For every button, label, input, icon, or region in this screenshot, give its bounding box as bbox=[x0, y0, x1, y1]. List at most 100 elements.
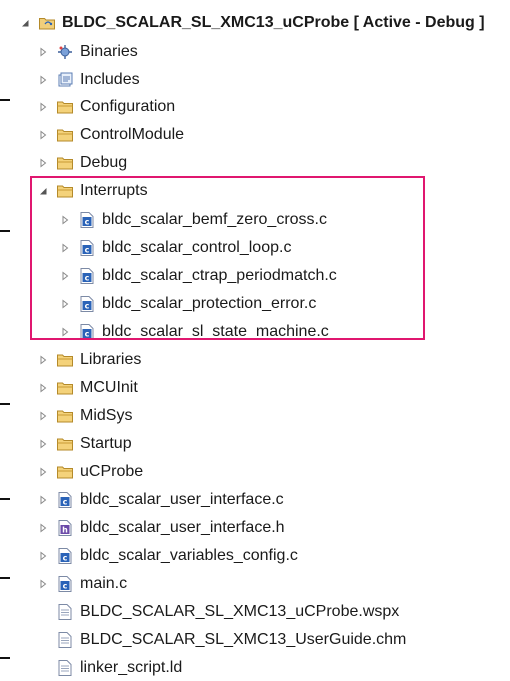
edge-marker bbox=[0, 657, 10, 659]
svg-text:c: c bbox=[85, 274, 90, 283]
collapsed-twisty-icon[interactable] bbox=[58, 325, 72, 339]
tree-item[interactable]: c bldc_scalar_protection_error.c bbox=[0, 291, 316, 317]
collapsed-twisty-icon[interactable] bbox=[36, 100, 50, 114]
svg-text:c: c bbox=[85, 302, 90, 311]
tree-item[interactable]: c bldc_scalar_variables_config.c bbox=[0, 543, 298, 569]
tree-item-label: Interrupts bbox=[80, 182, 148, 199]
collapsed-twisty-icon[interactable] bbox=[36, 353, 50, 367]
expanded-twisty-icon[interactable] bbox=[18, 16, 32, 30]
tree-item[interactable]: Libraries bbox=[0, 347, 141, 373]
folder-icon bbox=[56, 182, 74, 200]
edge-marker bbox=[0, 230, 10, 232]
tree-item-label: bldc_scalar_user_interface.c bbox=[80, 491, 284, 508]
project-icon bbox=[38, 14, 56, 32]
collapsed-twisty-icon[interactable] bbox=[36, 465, 50, 479]
collapsed-twisty-icon[interactable] bbox=[36, 493, 50, 507]
tree-item-label: main.c bbox=[80, 575, 128, 592]
tree-item[interactable]: Startup bbox=[0, 431, 132, 457]
tree-item[interactable]: h bldc_scalar_user_interface.h bbox=[0, 515, 285, 541]
c-file-icon: c bbox=[56, 575, 74, 593]
tree-item-label: BLDC_SCALAR_SL_XMC13_UserGuide.chm bbox=[80, 631, 407, 648]
collapsed-twisty-icon[interactable] bbox=[36, 156, 50, 170]
tree-item-label: bldc_scalar_protection_error.c bbox=[102, 295, 317, 312]
collapsed-twisty-icon[interactable] bbox=[58, 297, 72, 311]
tree-item-label: MCUInit bbox=[80, 379, 138, 396]
tree-item[interactable]: Includes bbox=[0, 67, 140, 93]
tree-item[interactable]: c bldc_scalar_sl_state_machine.c bbox=[0, 319, 329, 345]
tree-item-label: Startup bbox=[80, 435, 132, 452]
text-file-icon bbox=[56, 631, 74, 649]
includes-icon bbox=[56, 71, 74, 89]
tree-item[interactable]: linker_script.ld bbox=[0, 655, 182, 681]
tree-item[interactable]: MCUInit bbox=[0, 375, 138, 401]
h-file-icon: h bbox=[56, 519, 74, 537]
collapsed-twisty-icon[interactable] bbox=[36, 549, 50, 563]
c-file-icon: c bbox=[78, 267, 96, 285]
tree-item[interactable]: BLDC_SCALAR_SL_XMC13_uCProbe.wspx bbox=[0, 599, 399, 625]
tree-item[interactable]: Debug bbox=[0, 150, 127, 176]
collapsed-twisty-icon[interactable] bbox=[36, 381, 50, 395]
folder-icon bbox=[56, 407, 74, 425]
tree-item[interactable]: c bldc_scalar_control_loop.c bbox=[0, 235, 291, 261]
tree-item[interactable]: c bldc_scalar_user_interface.c bbox=[0, 487, 284, 513]
tree-item[interactable]: Binaries bbox=[0, 39, 138, 65]
binaries-icon bbox=[56, 43, 74, 61]
project-explorer-tree: BLDC_SCALAR_SL_XMC13_uCProbe [ Active - … bbox=[0, 0, 510, 676]
edge-marker bbox=[0, 99, 10, 101]
expanded-twisty-icon[interactable] bbox=[36, 184, 50, 198]
text-file-icon bbox=[56, 659, 74, 677]
tree-root-label: BLDC_SCALAR_SL_XMC13_uCProbe [ Active - … bbox=[62, 14, 485, 31]
collapsed-twisty-icon[interactable] bbox=[36, 73, 50, 87]
tree-item-label: bldc_scalar_variables_config.c bbox=[80, 547, 298, 564]
c-file-icon: c bbox=[56, 547, 74, 565]
tree-item[interactable]: Interrupts bbox=[0, 178, 148, 204]
collapsed-twisty-icon[interactable] bbox=[36, 521, 50, 535]
collapsed-twisty-icon[interactable] bbox=[36, 409, 50, 423]
tree-item-label: BLDC_SCALAR_SL_XMC13_uCProbe.wspx bbox=[80, 603, 400, 620]
c-file-icon: c bbox=[78, 239, 96, 257]
tree-item-label: bldc_scalar_ctrap_periodmatch.c bbox=[102, 267, 337, 284]
collapsed-twisty-icon[interactable] bbox=[36, 45, 50, 59]
c-file-icon: c bbox=[56, 491, 74, 509]
collapsed-twisty-icon[interactable] bbox=[36, 437, 50, 451]
tree-item-label: bldc_scalar_user_interface.h bbox=[80, 519, 285, 536]
tree-item[interactable]: ControlModule bbox=[0, 122, 184, 148]
tree-item-label: Configuration bbox=[80, 98, 176, 115]
svg-text:c: c bbox=[63, 582, 68, 591]
folder-icon bbox=[56, 98, 74, 116]
c-file-icon: c bbox=[78, 323, 96, 341]
folder-icon bbox=[56, 379, 74, 397]
tree-item-label: bldc_scalar_sl_state_machine.c bbox=[102, 323, 329, 340]
tree-item-label: uCProbe bbox=[80, 463, 144, 480]
collapsed-twisty-icon[interactable] bbox=[58, 241, 72, 255]
tree-item-label: Libraries bbox=[80, 351, 142, 368]
tree-item[interactable]: MidSys bbox=[0, 403, 132, 429]
edge-marker bbox=[0, 403, 10, 405]
tree-item-label: Includes bbox=[80, 71, 140, 88]
tree-item[interactable]: c bldc_scalar_bemf_zero_cross.c bbox=[0, 207, 327, 233]
folder-icon bbox=[56, 463, 74, 481]
folder-icon bbox=[56, 154, 74, 172]
c-file-icon: c bbox=[78, 295, 96, 313]
collapsed-twisty-icon[interactable] bbox=[58, 213, 72, 227]
collapsed-twisty-icon[interactable] bbox=[36, 577, 50, 591]
tree-item[interactable]: c main.c bbox=[0, 571, 127, 597]
tree-item[interactable]: c bldc_scalar_ctrap_periodmatch.c bbox=[0, 263, 337, 289]
c-file-icon: c bbox=[78, 211, 96, 229]
svg-text:c: c bbox=[85, 330, 90, 339]
edge-marker bbox=[0, 498, 10, 500]
tree-item-label: linker_script.ld bbox=[80, 659, 183, 676]
collapsed-twisty-icon[interactable] bbox=[58, 269, 72, 283]
text-file-icon bbox=[56, 603, 74, 621]
collapsed-twisty-icon[interactable] bbox=[36, 128, 50, 142]
tree-item-label: Debug bbox=[80, 154, 128, 171]
tree-item[interactable]: Configuration bbox=[0, 94, 175, 120]
svg-text:c: c bbox=[85, 218, 90, 227]
svg-text:c: c bbox=[85, 246, 90, 255]
folder-icon bbox=[56, 435, 74, 453]
tree-root-project[interactable]: BLDC_SCALAR_SL_XMC13_uCProbe [ Active - … bbox=[0, 10, 485, 36]
tree-item[interactable]: uCProbe bbox=[0, 459, 143, 485]
tree-item[interactable]: BLDC_SCALAR_SL_XMC13_UserGuide.chm bbox=[0, 627, 406, 653]
